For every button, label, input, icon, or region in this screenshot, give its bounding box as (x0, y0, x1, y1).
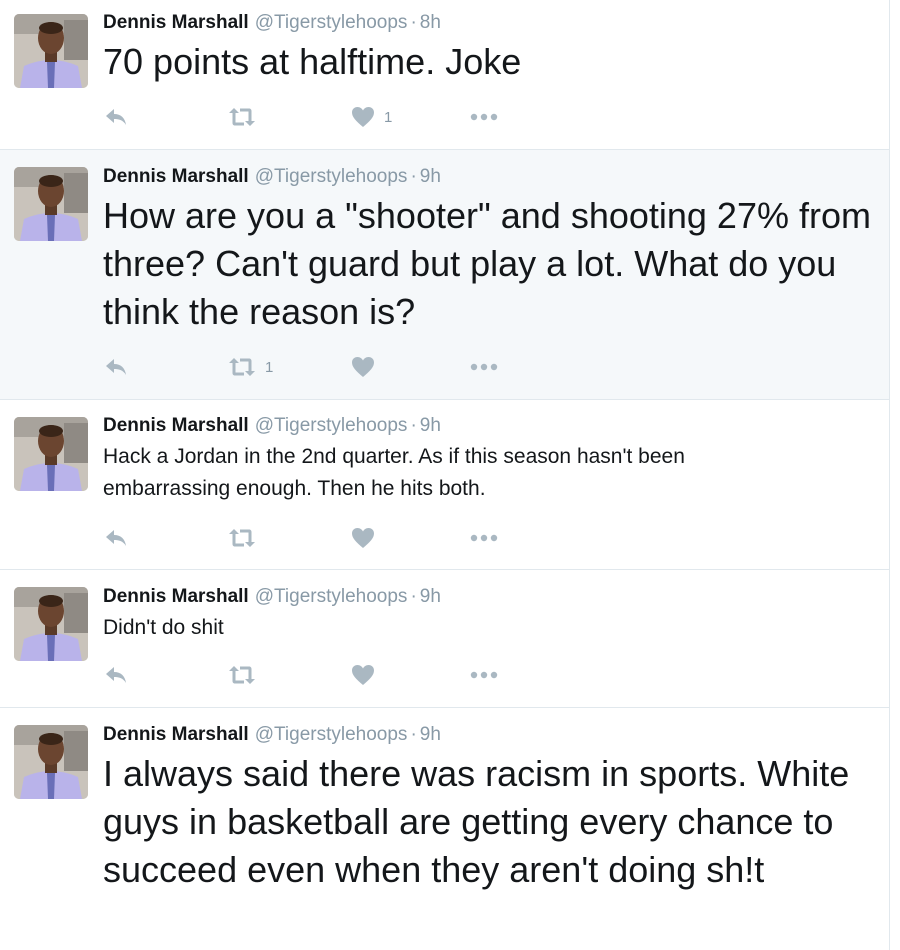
tweet-timestamp[interactable]: 9h (420, 166, 441, 187)
avatar[interactable] (14, 14, 88, 88)
retweet-button[interactable] (227, 104, 265, 130)
tweet-timestamp[interactable]: 8h (420, 12, 441, 33)
reply-button[interactable] (103, 104, 129, 130)
avatar[interactable] (14, 167, 88, 241)
like-button[interactable] (350, 525, 384, 551)
reply-button[interactable] (103, 354, 129, 380)
retweet-icon (227, 354, 257, 380)
more-button[interactable] (469, 525, 499, 551)
tweet-timestamp[interactable]: 9h (420, 724, 441, 745)
tweet-text: Hack a Jordan in the 2nd quarter. As if … (103, 445, 691, 500)
tweet-text: How are you a "shooter" and shooting 27%… (103, 195, 882, 332)
meta-separator: · (410, 166, 417, 187)
tweet-actions (103, 525, 523, 551)
author-handle[interactable]: @Tigerstylehoops (255, 415, 408, 436)
tweet-text: I always said there was racism in sports… (103, 753, 860, 890)
retweet-icon (227, 662, 257, 688)
more-icon (469, 525, 499, 551)
heart-icon (350, 662, 376, 688)
retweet-count: 1 (265, 358, 274, 376)
retweet-button[interactable]: 1 (227, 354, 273, 380)
retweet-button[interactable] (227, 525, 265, 551)
tweet-item[interactable]: Dennis Marshall @Tigerstylehoops · 9h Didn'… (0, 570, 889, 708)
more-button[interactable] (469, 104, 499, 130)
more-icon (469, 104, 499, 130)
meta-separator: · (410, 415, 417, 436)
tweet-item[interactable]: Dennis Marshall @Tigerstylehoops · 8h 70 po… (0, 0, 889, 150)
more-button[interactable] (469, 662, 499, 688)
avatar[interactable] (14, 417, 88, 491)
heart-icon (350, 525, 376, 551)
like-button[interactable] (350, 662, 384, 688)
author-name[interactable]: Dennis Marshall (103, 166, 249, 187)
tweet-header: Dennis Marshall @Tigerstylehoops · 9h (103, 166, 441, 188)
author-handle[interactable]: @Tigerstylehoops (255, 12, 408, 33)
heart-icon (350, 354, 376, 380)
reply-icon (103, 354, 129, 380)
author-name[interactable]: Dennis Marshall (103, 724, 249, 745)
tweet-actions: 1 (103, 104, 523, 130)
reply-icon (103, 525, 129, 551)
tweet-timestamp[interactable]: 9h (420, 586, 441, 607)
avatar[interactable] (14, 587, 88, 661)
tweet-header: Dennis Marshall @Tigerstylehoops · 9h (103, 586, 441, 608)
meta-separator: · (410, 724, 417, 745)
like-button[interactable]: 1 (350, 104, 392, 130)
tweet-item[interactable]: Dennis Marshall @Tigerstylehoops · 9h Hack … (0, 400, 889, 570)
tweet-timeline: Dennis Marshall @Tigerstylehoops · 8h 70 po… (0, 0, 890, 950)
author-name[interactable]: Dennis Marshall (103, 12, 249, 33)
reply-icon (103, 104, 129, 130)
tweet-actions: 1 (103, 354, 523, 380)
retweet-button[interactable] (227, 662, 265, 688)
tweet-item[interactable]: Dennis Marshall @Tigerstylehoops · 9h How a… (0, 150, 889, 400)
retweet-icon (227, 525, 257, 551)
author-handle[interactable]: @Tigerstylehoops (255, 724, 408, 745)
more-button[interactable] (469, 354, 499, 380)
meta-separator: · (410, 586, 417, 607)
like-button[interactable] (350, 354, 384, 380)
author-handle[interactable]: @Tigerstylehoops (255, 166, 408, 187)
reply-button[interactable] (103, 662, 129, 688)
author-handle[interactable]: @Tigerstylehoops (255, 586, 408, 607)
more-icon (469, 662, 499, 688)
author-name[interactable]: Dennis Marshall (103, 415, 249, 436)
avatar[interactable] (14, 725, 88, 799)
reply-button[interactable] (103, 525, 129, 551)
tweet-text: Didn't do shit (103, 616, 224, 639)
tweet-item[interactable]: Dennis Marshall @Tigerstylehoops · 9h I alw… (0, 708, 889, 950)
like-count: 1 (384, 108, 393, 126)
tweet-header: Dennis Marshall @Tigerstylehoops · 9h (103, 415, 441, 437)
reply-icon (103, 662, 129, 688)
more-icon (469, 354, 499, 380)
author-name[interactable]: Dennis Marshall (103, 586, 249, 607)
tweet-header: Dennis Marshall @Tigerstylehoops · 9h (103, 724, 441, 746)
tweet-header: Dennis Marshall @Tigerstylehoops · 8h (103, 12, 441, 34)
heart-icon (350, 104, 376, 130)
tweet-actions (103, 662, 523, 688)
tweet-text: 70 points at halftime. Joke (103, 41, 522, 82)
meta-separator: · (410, 12, 417, 33)
retweet-icon (227, 104, 257, 130)
tweet-timestamp[interactable]: 9h (420, 415, 441, 436)
